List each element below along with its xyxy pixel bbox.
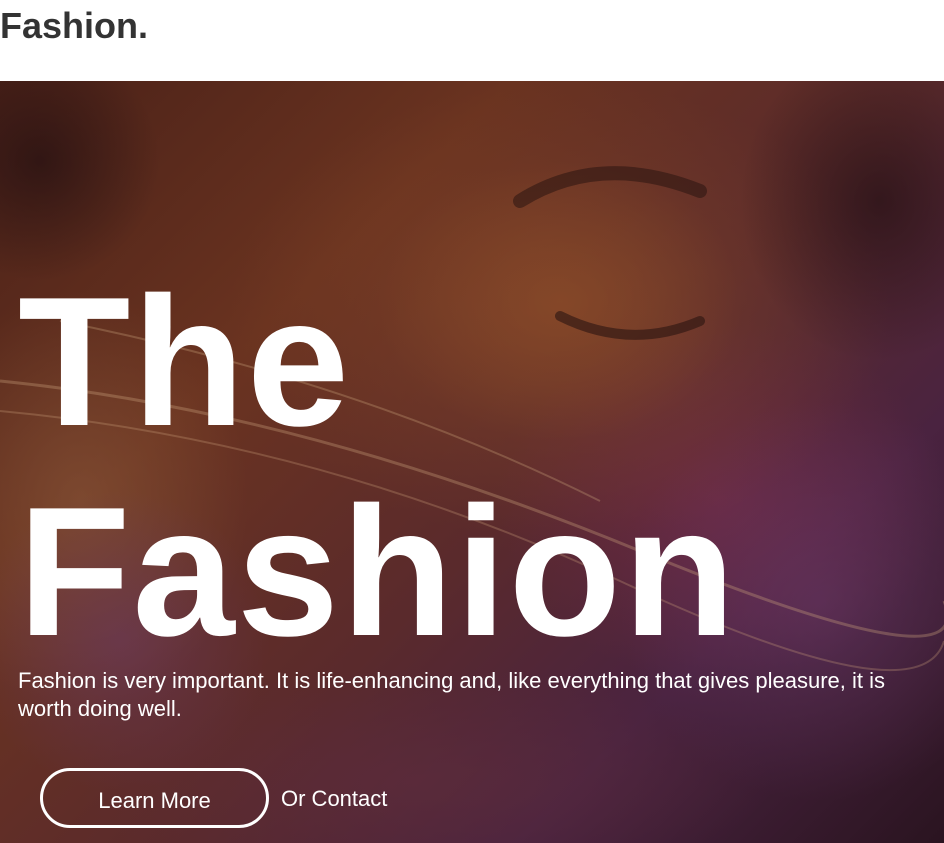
contact-link[interactable]: Or Contact [281, 785, 387, 813]
hero-title-line-2: Fashion [18, 468, 738, 674]
site-header: Fashion. [0, 0, 944, 81]
hero-description: Fashion is very important. It is life-en… [18, 668, 885, 721]
learn-more-button[interactable]: Learn More [40, 768, 269, 828]
brand-logo[interactable]: Fashion. [0, 4, 148, 48]
hero-section: The Fashion Fashion is very important. I… [0, 81, 944, 843]
hero-title: The Fashion [18, 256, 737, 676]
hero-title-line-1: The [18, 258, 352, 464]
